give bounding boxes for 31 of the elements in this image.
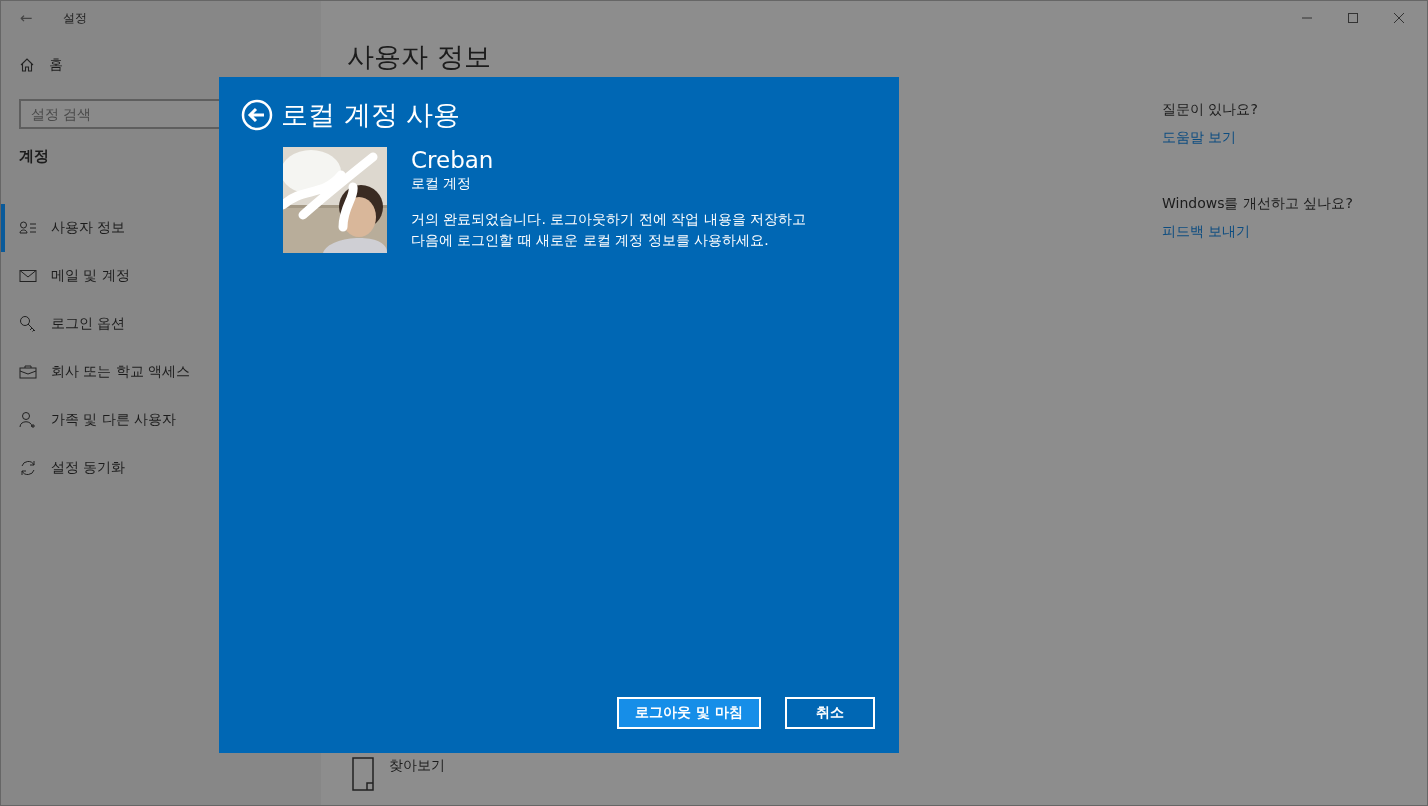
section-heading: 계정	[18, 146, 50, 167]
close-icon[interactable]	[1393, 12, 1405, 24]
sidebar-item[interactable]: 로그인 옵션	[1, 300, 321, 348]
help-link[interactable]: 도움말 보기	[1162, 129, 1427, 147]
account-type: 로컬 계정	[411, 175, 473, 193]
help-link[interactable]: 피드백 보내기	[1162, 223, 1427, 241]
back-button[interactable]: ←	[1, 9, 51, 27]
page-heading: 사용자 정보	[347, 41, 491, 74]
sidebar-item[interactable]: 회사 또는 학교 액세스	[1, 348, 321, 396]
help-question: 질문이 있나요?	[1162, 101, 1259, 119]
document-icon	[351, 757, 375, 791]
home-icon	[19, 57, 35, 73]
sync-icon	[19, 459, 37, 477]
account-name: Creban	[411, 147, 495, 173]
user-add-icon	[19, 411, 37, 429]
sidebar-item[interactable]: 메일 및 계정	[1, 252, 321, 300]
sidebar-item[interactable]: 가족 및 다른 사용자	[1, 396, 321, 444]
back-icon[interactable]	[241, 99, 273, 131]
mail-icon	[19, 269, 37, 283]
home-item[interactable]: 홈	[1, 41, 321, 89]
cancel-button[interactable]: 취소	[785, 697, 875, 729]
user-list-icon	[19, 220, 37, 236]
briefcase-icon	[19, 364, 37, 380]
message-text: 거의 완료되었습니다. 로그아웃하기 전에 작업 내용을 저장하고 다음에 로그인할 때 새로운 로컬 계정 정보를 사용하세요.	[411, 210, 807, 250]
window-title: 설정	[63, 9, 87, 27]
help-question: Windows를 개선하고 싶나요?	[1162, 195, 1354, 213]
browse-label[interactable]: 찾아보기	[389, 757, 445, 775]
key-icon	[19, 315, 37, 333]
maximize-icon[interactable]	[1347, 12, 1359, 24]
sidebar-item[interactable]: 설정 동기화	[1, 444, 321, 492]
sign-out-button[interactable]: 로그아웃 및 마침	[617, 697, 761, 729]
